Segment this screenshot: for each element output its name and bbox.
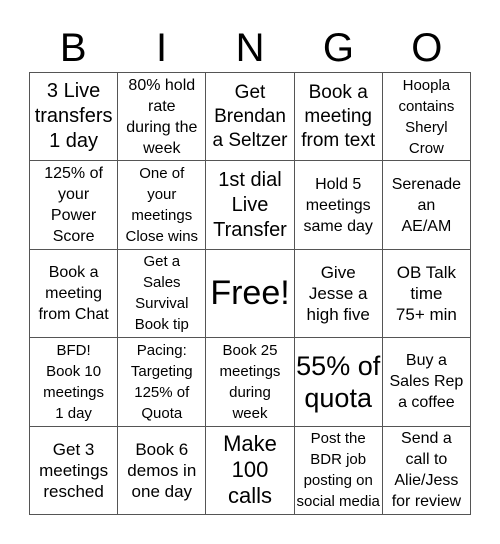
bingo-cell-o4[interactable]: Buy a Sales Rep a coffee	[382, 338, 471, 427]
cell-text: Book 25 meetings during week	[219, 341, 281, 422]
cell-text: Make 100 calls	[223, 431, 277, 509]
bingo-card-grid: 3 Live transfers 1 day 80% hold rate dur…	[29, 72, 471, 515]
free-space-text: Free!	[210, 274, 290, 313]
bingo-cell-i1[interactable]: 80% hold rate during the week	[118, 73, 207, 162]
cell-text: Hold 5 meetings same day	[303, 175, 373, 235]
bingo-cell-n1[interactable]: Get Brendan a Seltzer	[206, 73, 295, 162]
cell-text: Buy a Sales Rep a coffee	[389, 352, 464, 412]
cell-text: Serenade an AE/AM	[391, 175, 462, 235]
bingo-cell-n4[interactable]: Book 25 meetings during week	[206, 338, 295, 427]
bingo-cell-o3[interactable]: OB Talk time 75+ min	[382, 249, 471, 339]
bingo-cell-o1[interactable]: Hoopla contains Sheryl Crow	[382, 73, 471, 162]
cell-text: Post the BDR job posting on social media	[296, 430, 380, 511]
bingo-header: B I N G O	[29, 24, 471, 72]
cell-text: OB Talk time 75+ min	[395, 262, 457, 324]
bingo-cell-n2[interactable]: 1st dial Live Transfer	[206, 161, 295, 250]
bingo-cell-b2[interactable]: 125% of your Power Score	[30, 161, 119, 250]
header-letter-b: B	[59, 26, 87, 70]
header-letter-g: G	[322, 26, 354, 70]
cell-text: Give Jesse a high five	[306, 262, 370, 324]
cell-text: 1st dial Live Transfer	[213, 168, 287, 241]
cell-text: 80% hold rate during the week	[126, 76, 198, 157]
header-letter-o: O	[411, 26, 443, 70]
cell-text: One of your meetings Close wins	[125, 165, 199, 246]
header-letter-n: N	[235, 26, 265, 70]
bingo-cell-b1[interactable]: 3 Live transfers 1 day	[30, 73, 119, 162]
bingo-cell-i5[interactable]: Book 6 demos in one day	[118, 426, 207, 515]
bingo-cell-g4[interactable]: 55% of quota	[294, 338, 383, 427]
cell-text: BFD! Book 10 meetings 1 day	[43, 341, 105, 422]
cell-text: Get a Sales Survival Book tip	[134, 253, 189, 334]
cell-text: Get 3 meetings resched	[39, 439, 109, 501]
header-letter-i: I	[156, 26, 168, 70]
bingo-cell-g5[interactable]: Post the BDR job posting on social media	[294, 426, 383, 515]
cell-text: Hoopla contains Sheryl Crow	[398, 76, 455, 157]
bingo-cell-b5[interactable]: Get 3 meetings resched	[30, 426, 119, 515]
bingo-cell-b4[interactable]: BFD! Book 10 meetings 1 day	[30, 338, 119, 427]
bingo-cell-i4[interactable]: Pacing: Targeting 125% of Quota	[118, 338, 207, 427]
bingo-cell-i3[interactable]: Get a Sales Survival Book tip	[118, 249, 207, 339]
bingo-cell-g1[interactable]: Book a meeting from text	[294, 73, 383, 162]
bingo-cell-g2[interactable]: Hold 5 meetings same day	[294, 161, 383, 250]
cell-text: 55% of quota	[296, 350, 381, 413]
bingo-cell-o5[interactable]: Send a call to Alie/Jess for review	[382, 426, 471, 515]
cell-text: Book 6 demos in one day	[127, 439, 197, 501]
cell-text: Book a meeting from Chat	[38, 263, 109, 323]
bingo-cell-g3[interactable]: Give Jesse a high five	[294, 249, 383, 339]
bingo-cell-b3[interactable]: Book a meeting from Chat	[30, 249, 119, 339]
cell-text: Get Brendan a Seltzer	[212, 81, 288, 151]
cell-text: Send a call to Alie/Jess for review	[391, 430, 462, 511]
bingo-cell-o2[interactable]: Serenade an AE/AM	[382, 161, 471, 250]
cell-text: 3 Live transfers 1 day	[34, 80, 113, 153]
bingo-cell-free[interactable]: Free!	[206, 249, 295, 339]
bingo-cell-i2[interactable]: One of your meetings Close wins	[118, 161, 207, 250]
cell-text: Pacing: Targeting 125% of Quota	[130, 341, 193, 422]
cell-text: Book a meeting from text	[301, 81, 376, 151]
bingo-cell-n5[interactable]: Make 100 calls	[206, 426, 295, 515]
cell-text: 125% of your Power Score	[44, 165, 103, 246]
